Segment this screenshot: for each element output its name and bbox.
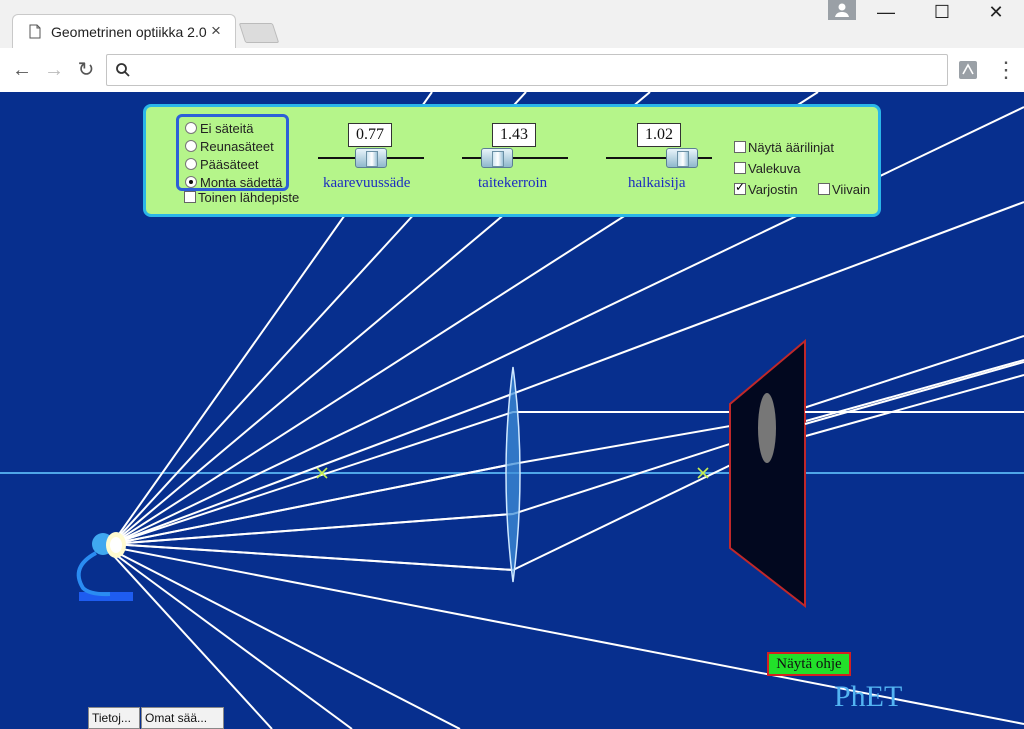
forward-icon[interactable]: →	[42, 58, 66, 82]
address-input[interactable]	[137, 59, 941, 83]
about-button[interactable]: Tietoj...	[88, 707, 140, 729]
checkbox-label: Viivain	[832, 182, 871, 197]
maximize-icon[interactable]: ☐	[922, 2, 962, 24]
ray-mode-group: Ei säteitä Reunasäteet Pääsäteet Monta s…	[176, 114, 289, 191]
pdf-extension-icon[interactable]	[958, 60, 978, 80]
tab-strip: Geometrinen optiikka 2.0 × — ☐ ✕	[0, 0, 1024, 49]
second-source-toggle[interactable]: Toinen lähdepiste	[184, 190, 299, 205]
refractive-index-label: taitekerroin	[478, 175, 548, 191]
show-help-button[interactable]: Näytä ohje	[767, 652, 851, 676]
simulation-canvas[interactable]: Ei säteitä Reunasäteet Pääsäteet Monta s…	[0, 92, 1024, 729]
tab-title: Geometrinen optiikka 2.0	[51, 24, 207, 40]
checkbox[interactable]	[818, 183, 830, 195]
radio-button-selected[interactable]	[185, 176, 197, 188]
radio-label: Reunasäteet	[200, 139, 274, 154]
guides-toggle[interactable]: Viivain	[818, 182, 870, 197]
checkbox[interactable]	[184, 191, 196, 203]
back-icon[interactable]: ←	[10, 58, 34, 82]
browser-chrome: Geometrinen optiikka 2.0 × — ☐ ✕ ← → ↻ ⋮	[0, 0, 1024, 93]
menu-icon[interactable]: ⋮	[994, 58, 1018, 82]
curvature-value[interactable]: 0.77	[348, 123, 392, 147]
window-close-icon[interactable]: ✕	[976, 2, 1016, 24]
checkbox-label: Näytä äärilinjat	[748, 140, 834, 155]
search-icon	[116, 63, 130, 77]
checkbox-label: Valekuva	[748, 161, 801, 176]
checkbox-label: Toinen lähdepiste	[198, 190, 300, 205]
reload-icon[interactable]: ↻	[74, 58, 98, 82]
virtual-image-toggle[interactable]: Valekuva	[734, 161, 801, 176]
checkbox[interactable]	[734, 141, 746, 153]
checkbox-label: Varjostin	[748, 182, 798, 197]
radio-paasateet[interactable]: Pääsäteet	[185, 157, 259, 175]
phet-logo[interactable]: PhET	[834, 680, 902, 714]
refractive-index-slider-thumb[interactable]	[481, 148, 513, 168]
show-virtual-toggle[interactable]: Näytä äärilinjat	[734, 140, 834, 155]
page-icon	[29, 24, 41, 39]
refractive-index-value[interactable]: 1.43	[492, 123, 536, 147]
refractive-index-slider-track[interactable]	[462, 157, 568, 159]
radio-label: Monta sädettä	[200, 175, 283, 190]
minimize-icon[interactable]: —	[866, 2, 906, 24]
close-icon[interactable]: ×	[211, 21, 221, 41]
radio-label: Pääsäteet	[200, 157, 259, 172]
diameter-label: halkaisija	[628, 175, 686, 191]
new-tab-button[interactable]	[238, 23, 280, 43]
radio-ei-sateita[interactable]: Ei säteitä	[185, 121, 253, 139]
diameter-value[interactable]: 1.02	[637, 123, 681, 147]
checkbox-checked[interactable]	[734, 180, 746, 195]
browser-tab[interactable]: Geometrinen optiikka 2.0 ×	[12, 14, 236, 49]
diameter-slider-thumb[interactable]	[666, 148, 698, 168]
checkbox[interactable]	[734, 162, 746, 174]
radio-button[interactable]	[185, 158, 197, 170]
preferences-button[interactable]: Omat sää...	[141, 707, 224, 729]
browser-toolbar: ← → ↻ ⋮	[0, 48, 1024, 92]
radio-button[interactable]	[185, 122, 197, 134]
curvature-label: kaarevuussäde	[323, 175, 411, 191]
control-panel: Ei säteitä Reunasäteet Pääsäteet Monta s…	[143, 104, 881, 217]
address-bar[interactable]	[106, 54, 948, 86]
radio-label: Ei säteitä	[200, 121, 254, 136]
screen-toggle[interactable]: Varjostin	[734, 180, 798, 197]
radio-button[interactable]	[185, 140, 197, 152]
profile-icon[interactable]	[828, 0, 856, 20]
radio-reunasateet[interactable]: Reunasäteet	[185, 139, 274, 157]
curvature-slider-thumb[interactable]	[355, 148, 387, 168]
